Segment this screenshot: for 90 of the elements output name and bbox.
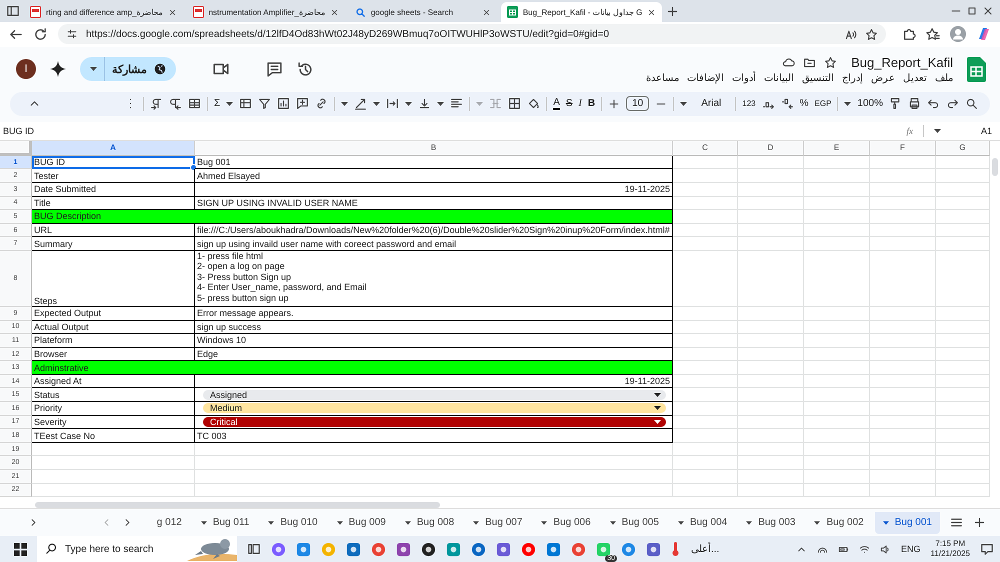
tab-title: rting and difference amp_محاضرة xyxy=(46,8,163,16)
table-cell: Error message appears. xyxy=(195,306,673,321)
column-header[interactable]: E xyxy=(804,140,870,156)
italic-button[interactable]: I xyxy=(578,98,582,110)
status-chip[interactable]: Assigned xyxy=(203,390,666,400)
column-header[interactable]: A xyxy=(32,140,195,156)
section-cell: Adminstrative xyxy=(32,361,673,375)
menu-item[interactable]: التنسيق xyxy=(802,72,834,84)
font-dropdown[interactable]: Arial xyxy=(701,98,722,110)
zoom-dropdown[interactable]: 100% xyxy=(857,98,883,110)
table-cell: 19-11-2025 xyxy=(195,182,673,197)
bold-button[interactable]: B xyxy=(588,98,596,110)
table-cell: URL xyxy=(32,224,195,238)
section-cell: BUG Description xyxy=(32,210,673,224)
table-cell: Ahmed Elsayed xyxy=(195,169,673,183)
sheet-tab[interactable]: Bug 006 xyxy=(533,512,599,534)
sheet-tab[interactable]: Bug 007 xyxy=(465,512,530,534)
table-cell: Steps xyxy=(32,250,195,307)
browser-tab[interactable]: rting and difference amp_محاضرة xyxy=(24,2,183,22)
tab-title: nstrumentation Amplifier_محاضرة xyxy=(208,8,325,16)
share-button[interactable]: مشاركة xyxy=(80,57,176,82)
address-bar[interactable]: https://docs.google.com/spreadsheets/d/12lfD4Od83hWt02J48yD269WBmuq7oOITWUHlP3oWSTU/edit?gid=0#gid=0 xyxy=(58,24,886,44)
cell-reference[interactable]: A1 xyxy=(980,126,992,136)
sheet-tab[interactable]: Bug 002 xyxy=(806,512,872,534)
text-color-button[interactable]: A xyxy=(553,98,560,110)
table-cell: Priority xyxy=(32,402,195,416)
menu-item[interactable]: تعديل xyxy=(903,72,927,84)
sheet-tab[interactable]: Bug 011 xyxy=(192,512,258,534)
column-header[interactable]: D xyxy=(738,140,804,156)
browser-tab[interactable]: google sheets - Search xyxy=(348,2,497,22)
table-cell: Bug 001 xyxy=(195,156,673,170)
column-header[interactable]: B xyxy=(195,140,673,156)
sheet-tab[interactable]: Bug 003 xyxy=(738,512,804,534)
table-cell: Expected Output xyxy=(32,306,195,321)
sheet-tab[interactable]: Bug 008 xyxy=(396,512,462,534)
status-chip[interactable]: Critical xyxy=(203,416,666,427)
percent-button[interactable]: % xyxy=(800,98,809,110)
table-cell: file:///C:/Users/aboukhadra/Downloads/New%20folder%20(6)/Double%20slider%20Sign%20inup%20Form/index.html# xyxy=(195,224,673,238)
strikethrough-button[interactable]: S xyxy=(566,98,573,110)
font-size-field[interactable]: 10 xyxy=(626,96,650,112)
taskbar-search-field[interactable]: Type here to search xyxy=(37,536,237,562)
clock-date[interactable]: 11/21/2025 xyxy=(930,549,970,559)
table-cell: sign up using invaild user name with coreect password and email xyxy=(195,237,673,251)
tab-title: Bug_Report_Kafil - جداول بيانات G xyxy=(522,8,642,16)
document-title[interactable]: Bug_Report_Kafil xyxy=(851,54,953,70)
table-cell: Severity xyxy=(32,416,195,430)
sheet-tab[interactable]: Bug 009 xyxy=(328,512,394,534)
table-cell: Date Submitted xyxy=(32,182,195,197)
number-format-button[interactable]: 123 xyxy=(742,99,756,108)
menu-item[interactable]: مساعدة xyxy=(646,72,679,84)
table-cell: Summary xyxy=(32,237,195,251)
url-text: https://docs.google.com/spreadsheets/d/12lfD4Od83hWt02J48yD269WBmuq7oOITWUHlP3oWSTU/edit?gid=0#gid=0 xyxy=(86,28,610,40)
table-cell: TEest Case No xyxy=(32,429,195,443)
table-cell: Plateform xyxy=(32,334,195,348)
status-chip[interactable]: Medium xyxy=(203,403,666,414)
menu-item[interactable]: إدراج xyxy=(842,72,863,84)
sheet-tab[interactable]: Bug 005 xyxy=(602,512,667,534)
user-avatar[interactable]: I xyxy=(16,59,36,80)
menu-item[interactable]: البيانات xyxy=(764,72,794,84)
browser-tab[interactable]: Bug_Report_Kafil - جداول بيانات G xyxy=(500,2,662,22)
clock-time[interactable]: 7:15 PM xyxy=(935,539,966,549)
table-cell: Actual Output xyxy=(32,320,195,334)
column-header[interactable]: F xyxy=(870,140,936,156)
currency-button[interactable]: EGP xyxy=(814,99,832,108)
table-cell: Assigned At xyxy=(32,374,195,388)
tab-title: google sheets - Search xyxy=(370,8,454,16)
menu-item[interactable]: ملف xyxy=(935,72,953,84)
menu-item[interactable]: عرض xyxy=(871,72,895,84)
sheet-tab[interactable]: Bug 010 xyxy=(260,512,326,534)
sheet-tab[interactable]: g 012 xyxy=(148,512,190,534)
function-label: fx xyxy=(906,126,913,136)
table-cell: Windows 10 xyxy=(195,334,673,348)
weather-text[interactable]: أعلى... xyxy=(691,543,720,555)
table-cell: Status xyxy=(32,388,195,402)
table-cell: BUG ID xyxy=(32,156,195,170)
table-cell: 19-11-2025 xyxy=(195,374,673,388)
formula-input[interactable]: BUG ID xyxy=(3,126,34,136)
menu-item[interactable]: أدوات xyxy=(732,72,756,84)
table-cell: sign up success xyxy=(195,320,673,334)
column-header[interactable]: G xyxy=(936,140,990,156)
column-header[interactable]: C xyxy=(673,140,738,156)
table-cell: Tester xyxy=(32,169,195,183)
table-cell: TC 003 xyxy=(195,429,673,443)
functions-button[interactable]: Σ xyxy=(214,98,220,110)
menu-item[interactable]: الإضافات xyxy=(687,72,724,84)
sheet-tab[interactable]: Bug 004 xyxy=(670,512,736,534)
language-indicator[interactable]: ENG xyxy=(901,544,921,554)
table-cell: 1- press file html 2- open a log on page 3- Press button Sign up 4- Enter User_name, password, and Email 5- press button sign up xyxy=(195,250,673,307)
sheet-tab[interactable]: Bug 001 xyxy=(874,512,940,534)
browser-tab[interactable]: nstrumentation Amplifier_محاضرة xyxy=(186,2,345,22)
